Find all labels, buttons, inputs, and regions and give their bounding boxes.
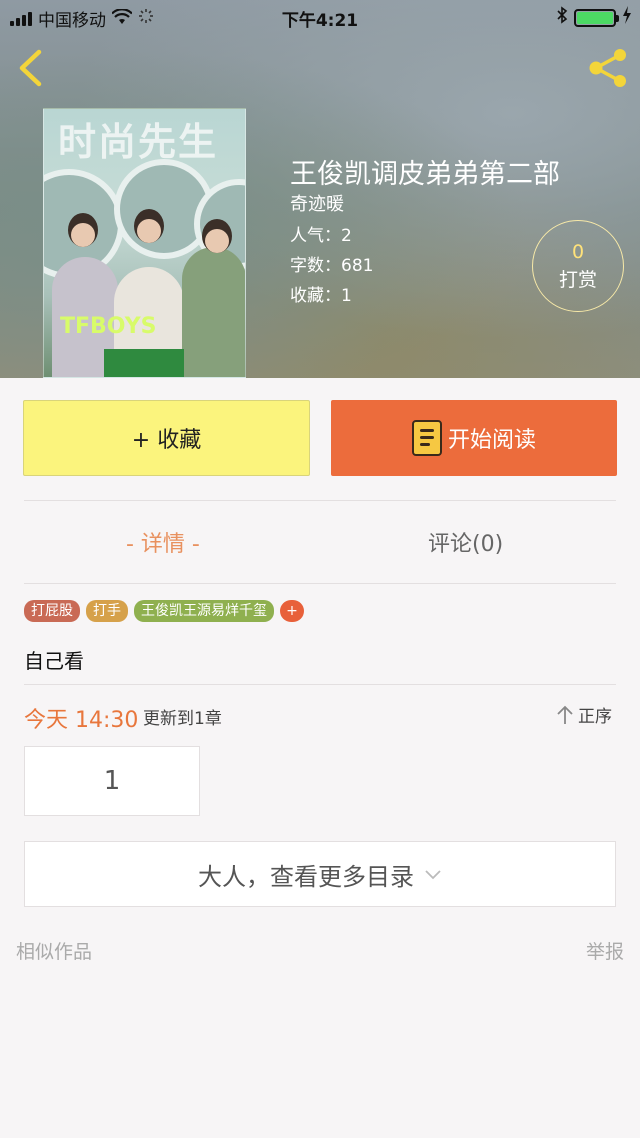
book-title: 王俊凯调皮弟弟第二部 [290,159,560,190]
book-header: 中国移动 下午4:21 时尚先生 TFBOYS 王俊凯调皮弟弟第二部 奇迹暖 人… [0,0,640,378]
update-time: 今天 14:30 [24,708,139,733]
reward-count: 0 [571,241,585,263]
cover-magazine-title: 时尚先生 [58,119,219,164]
status-time: 下午4:21 [281,11,359,31]
favorite-button[interactable]: + 收藏 [23,400,310,476]
more-toc-button[interactable]: 大人，查看更多目录 [24,841,616,907]
tag-item[interactable]: 打手 [86,600,128,622]
update-text: 更新到1章 [143,709,222,729]
chevron-left-icon [19,49,42,87]
cover-band-text: TFBOYS [60,314,157,339]
battery-icon [574,8,619,27]
divider [24,684,616,685]
favorites-stat: 收藏：1 [290,286,352,306]
sort-order-button[interactable]: 正序 [556,702,612,727]
share-button[interactable] [586,46,630,90]
book-cover[interactable]: 时尚先生 TFBOYS [43,108,246,378]
tab-detail[interactable]: - 详情 - [126,526,200,558]
share-icon [589,49,626,87]
tag-item[interactable]: 王俊凯王源易烊千玺 [134,600,274,622]
chapter-item[interactable]: 1 [24,746,200,816]
book-author[interactable]: 奇迹暖 [290,190,344,216]
popularity-stat: 人气：2 [290,226,352,246]
start-reading-button[interactable]: 开始阅读 [331,400,617,476]
tag-item[interactable]: 打屁股 [24,600,80,622]
add-tag-button[interactable]: + [280,600,304,622]
divider [24,500,616,501]
reward-label: 打赏 [558,269,597,291]
book-icon [411,420,442,456]
report-link[interactable]: 举报 [586,937,624,964]
start-reading-label: 开始阅读 [447,428,536,453]
favorite-button-label: + 收藏 [131,428,202,453]
word-count-stat: 字数：681 [290,256,374,276]
book-description: 自己看 [24,649,84,673]
back-button[interactable] [12,48,48,88]
tab-comments[interactable]: 评论(0) [428,526,503,558]
arrow-up-icon [557,705,573,724]
sort-order-label: 正序 [578,707,612,727]
more-toc-label: 大人，查看更多目录 [198,862,414,891]
divider [24,583,616,584]
charging-icon [622,6,632,29]
chapter-number: 1 [103,766,121,796]
similar-works-heading: 相似作品 [16,941,93,963]
bluetooth-icon [556,6,568,29]
tag-list: 打屁股 打手 王俊凯王源易烊千玺 + [24,600,304,622]
reward-button[interactable]: 0 打赏 [532,220,624,312]
status-bar: 中国移动 下午4:21 [0,0,640,34]
chevron-down-icon [425,870,441,880]
